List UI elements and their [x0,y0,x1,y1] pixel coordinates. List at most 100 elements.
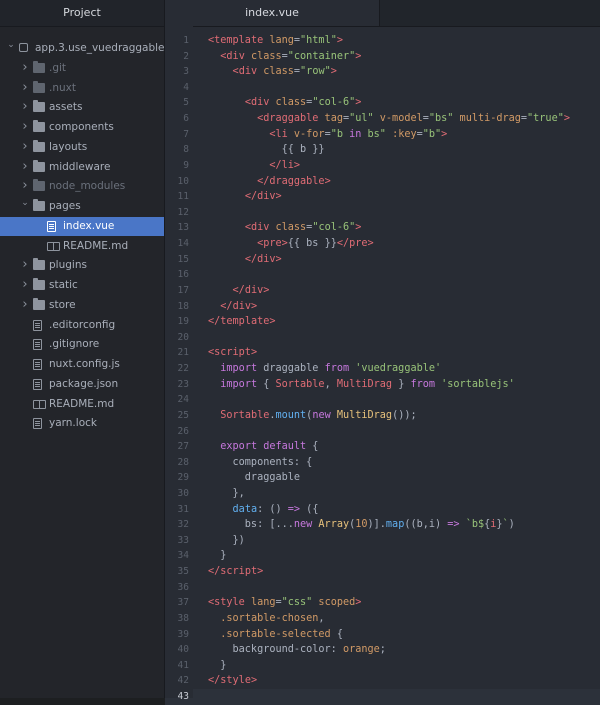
chevron-right-icon[interactable]: › [20,295,30,314]
tree-item[interactable]: index.vue [0,216,164,236]
folder-icon [33,60,45,73]
line-number: 26 [177,425,189,437]
code-token: > [293,159,301,171]
chevron-right-icon[interactable]: › [20,255,30,274]
chevron-down-icon[interactable]: ⌄ [6,36,16,55]
tree-item[interactable]: README.md [0,395,164,414]
tree-item[interactable]: package.json [0,375,164,394]
code-token: mount [275,409,307,421]
code-line: data: () => ({ [208,502,319,518]
sidebar-title[interactable]: Project [0,0,164,27]
code-token: </ [208,316,221,328]
line-number: 42 [177,675,189,687]
folder-icon [33,179,45,192]
line-number: 29 [177,472,189,484]
code-token: { [257,378,276,390]
code-token: script [214,347,251,359]
code-area[interactable]: <template lang="html"> <div class="conta… [208,26,600,698]
code-token: </ [220,300,233,312]
chevron-right-icon[interactable]: › [20,275,30,294]
code-line: <div class="row"> [208,64,337,80]
line-number-gutter: 1 2 3 4 5 6 7 8 9 10 11 12 13 14 15 16 17 18 19 20 21 22 23 24 2… [165,26,193,702]
tree-item[interactable]: › .git [0,59,164,78]
tree-item[interactable]: .gitignore [0,335,164,354]
code-token: } [392,378,411,390]
code-token: Sortable [220,409,270,421]
book-icon [33,399,46,409]
code-line: import { Sortable, MultiDrag } from 'sor… [208,377,514,393]
code-token: Sortable [275,378,325,390]
code-token: </ [208,566,221,578]
tree-item[interactable]: ⌄ app.3.use_vuedraggable [0,39,164,58]
line-number: 31 [177,503,189,515]
line-number: 24 [177,394,189,406]
line-number: 16 [177,269,189,281]
code-token: from [324,363,350,375]
tree-item[interactable]: › store [0,296,164,315]
code-line: }, [208,486,245,502]
tree-item[interactable]: .editorconfig [0,316,164,335]
chevron-right-icon[interactable]: › [20,117,30,136]
line-number: 4 [183,81,189,93]
code-token: orange [342,644,380,656]
chevron-right-icon[interactable]: › [20,157,30,176]
chevron-right-icon[interactable]: › [20,58,30,77]
line-number: 28 [177,456,189,468]
line-number: 27 [177,441,189,453]
tree-item[interactable]: › static [0,276,164,295]
code-line: </div> [208,283,270,299]
line-number: 30 [177,487,189,499]
tree-item[interactable]: README.md [0,237,164,256]
code-token: ({ [300,503,319,515]
code-token: "true" [527,113,564,125]
tree-item[interactable]: › middleware [0,158,164,177]
code-line: </draggable> [208,174,331,190]
code-line: <div class="col-6"> [208,95,362,111]
code-token: > [275,191,282,203]
line-number: 12 [177,206,189,218]
code-token: data [232,503,258,515]
tab-index-vue[interactable]: index.vue [165,0,380,26]
chevron-right-icon[interactable]: › [20,137,30,156]
line-number: 17 [177,284,189,296]
code-token: multi-drag [453,113,521,125]
code-token: div [257,191,276,203]
chevron-right-icon[interactable]: › [20,78,30,97]
code-token: > [263,284,270,296]
line-number: 20 [177,331,189,343]
code-token: </ [336,238,350,250]
tree-item[interactable]: › .nuxt [0,79,164,98]
chevron-down-icon[interactable]: ⌄ [20,194,30,213]
code-token: li [275,128,288,140]
code-token: in [349,128,362,140]
tree-item[interactable]: nuxt.config.js [0,355,164,374]
line-number: 9 [183,159,189,171]
tree-item-label: plugins [49,259,87,272]
file-icon [33,418,42,430]
tree-item[interactable]: yarn.lock [0,414,164,433]
code-token: new [293,519,313,531]
line-number: 43 [177,691,189,703]
code-token: > [250,300,258,312]
code-token: template [220,316,270,328]
tree-item[interactable]: › plugins [0,256,164,275]
line-number: 15 [177,253,189,265]
tree-item[interactable]: › layouts [0,138,164,157]
code-token: "bs" [428,113,454,125]
chevron-right-icon[interactable]: › [20,176,30,195]
code-line: export default { [208,439,318,455]
tree-item[interactable]: ⌄ pages [0,197,164,216]
line-number: 7 [183,128,189,140]
code-token: "ul" [349,113,374,125]
tree-item[interactable]: › assets [0,98,164,117]
chevron-right-icon[interactable]: › [20,97,30,116]
code-token: ()); [392,409,417,421]
code-token: div [226,50,245,62]
tree-item-label: README.md [49,397,115,410]
code-token: </ [257,175,270,187]
tree-item[interactable]: › components [0,118,164,137]
